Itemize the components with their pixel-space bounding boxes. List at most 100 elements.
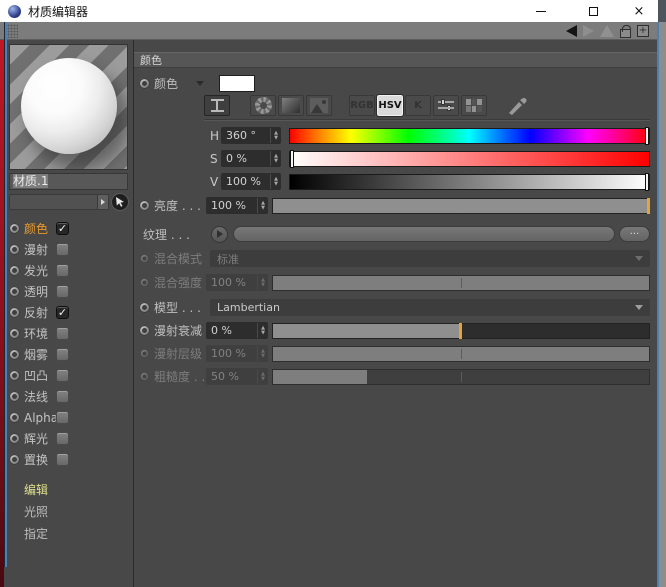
- diffuse-level-stepper: ▲ ▼: [257, 346, 268, 361]
- color-swatch[interactable]: [219, 74, 256, 92]
- brightness-label: 亮度 . . .: [154, 199, 201, 213]
- titlebar[interactable]: 材质编辑器 ×: [0, 0, 658, 22]
- triangle-icon[interactable]: [600, 25, 614, 37]
- channel-radio-button[interactable]: [9, 328, 20, 339]
- channel-label[interactable]: 法线: [24, 388, 48, 405]
- section-label[interactable]: 编辑: [24, 481, 48, 498]
- back-arrow-icon[interactable]: [566, 25, 577, 37]
- channel-radio-button[interactable]: [9, 265, 20, 276]
- brightness-value-field[interactable]: 100 % ▲ ▼: [206, 197, 268, 214]
- lock-icon[interactable]: [620, 25, 631, 38]
- channel-checkbox[interactable]: [56, 264, 69, 277]
- channel-label[interactable]: 透明: [24, 283, 48, 300]
- close-button[interactable]: ×: [624, 0, 654, 22]
- mixer-button[interactable]: [433, 94, 459, 116]
- channel-radio-button[interactable]: [9, 370, 20, 381]
- channel-label[interactable]: 凹凸: [24, 367, 48, 384]
- channel-radio-button[interactable]: [9, 244, 20, 255]
- channel-row: 发光: [7, 260, 133, 281]
- brightness-radio-button[interactable]: [139, 200, 150, 211]
- gradient-icon: [282, 97, 300, 113]
- channel-checkbox[interactable]: [56, 348, 69, 361]
- channel-radio-button[interactable]: [9, 286, 20, 297]
- swatches-icon: [466, 98, 482, 112]
- section-list: 编辑 光照 指定: [7, 478, 133, 544]
- channel-checkbox[interactable]: ✓: [56, 306, 69, 319]
- saturation-slider[interactable]: [289, 149, 650, 168]
- material-preview[interactable]: [9, 44, 128, 170]
- channel-checkbox[interactable]: [56, 453, 69, 466]
- preview-option-expand-icon[interactable]: [98, 193, 109, 210]
- hue-stepper[interactable]: ▲ ▼: [270, 128, 281, 143]
- brightness-slider[interactable]: [272, 197, 650, 214]
- material-name-input[interactable]: 材质.1: [9, 173, 128, 190]
- channel-label[interactable]: 环境: [24, 325, 48, 342]
- k-mode-button[interactable]: K: [405, 94, 431, 116]
- channel-checkbox[interactable]: ✓: [56, 222, 69, 235]
- channel-label[interactable]: 烟雾: [24, 346, 48, 363]
- channel-radio-button[interactable]: [9, 454, 20, 465]
- channel-radio-button[interactable]: [9, 433, 20, 444]
- channel-checkbox[interactable]: [56, 411, 69, 424]
- eyedropper-icon[interactable]: [505, 95, 529, 115]
- channel-row: 漫射: [7, 239, 133, 260]
- channel-radio-button[interactable]: [9, 307, 20, 318]
- channel-row: Alpha: [7, 407, 133, 428]
- model-dropdown[interactable]: Lambertian: [210, 299, 650, 316]
- texture-path-button[interactable]: [232, 226, 615, 242]
- channel-radio-button[interactable]: [9, 349, 20, 360]
- forward-arrow-icon[interactable]: [583, 25, 594, 37]
- channel-checkbox[interactable]: [56, 243, 69, 256]
- channel-label[interactable]: 置换: [24, 451, 48, 468]
- hue-value-field[interactable]: 360 ° ▲ ▼: [221, 127, 281, 144]
- channel-checkbox[interactable]: [56, 327, 69, 340]
- color-wheel-button[interactable]: [250, 94, 276, 116]
- hue-slider[interactable]: [289, 126, 650, 145]
- channel-label[interactable]: 发光: [24, 262, 48, 279]
- section-label[interactable]: 光照: [24, 503, 48, 520]
- channel-label[interactable]: 漫射: [24, 241, 48, 258]
- chevron-down-icon[interactable]: [196, 80, 205, 86]
- section-label[interactable]: 指定: [24, 525, 48, 542]
- image-button[interactable]: [306, 94, 332, 116]
- saturation-value-field[interactable]: 0 % ▲ ▼: [221, 150, 281, 167]
- compact-button[interactable]: [204, 94, 230, 116]
- rgb-mode-button[interactable]: RGB: [349, 94, 375, 116]
- channel-label[interactable]: Alpha: [24, 411, 58, 425]
- channel-label[interactable]: 辉光: [24, 430, 48, 447]
- channel-radio-button[interactable]: [9, 391, 20, 402]
- value-stepper[interactable]: ▲ ▼: [270, 174, 281, 189]
- model-radio-button[interactable]: [139, 302, 150, 313]
- preview-option-bar[interactable]: [9, 193, 98, 210]
- saturation-label: S: [210, 151, 218, 166]
- pick-button[interactable]: [111, 192, 129, 211]
- channel-checkbox[interactable]: [56, 369, 69, 382]
- saturation-stepper[interactable]: ▲ ▼: [270, 151, 281, 166]
- channel-radio-button[interactable]: [9, 412, 20, 423]
- mix-mode-dropdown[interactable]: 标准: [210, 250, 650, 267]
- diffuse-falloff-value-field[interactable]: 0 % ▲ ▼: [206, 322, 268, 339]
- diffuse-falloff-radio-button[interactable]: [139, 325, 150, 336]
- channel-checkbox[interactable]: [56, 432, 69, 445]
- hsv-mode-button[interactable]: HSV: [376, 93, 404, 117]
- diffuse-falloff-stepper[interactable]: ▲ ▼: [257, 323, 268, 338]
- channel-row: 透明: [7, 281, 133, 302]
- channel-label[interactable]: 颜色: [24, 220, 48, 237]
- value-value-field[interactable]: 100 % ▲ ▼: [221, 173, 281, 190]
- minimize-button[interactable]: [526, 0, 556, 22]
- channel-row: 凹凸: [7, 365, 133, 386]
- diffuse-falloff-slider[interactable]: [272, 322, 650, 339]
- maximize-button[interactable]: [578, 0, 608, 22]
- spectrum-button[interactable]: [278, 94, 304, 116]
- channel-label[interactable]: 反射: [24, 304, 48, 321]
- channel-checkbox[interactable]: [56, 390, 69, 403]
- channel-radio-button[interactable]: [9, 223, 20, 234]
- channel-checkbox[interactable]: [56, 285, 69, 298]
- value-slider[interactable]: [289, 172, 650, 191]
- swatches-button[interactable]: [461, 94, 487, 116]
- texture-expand-button[interactable]: [210, 225, 228, 243]
- brightness-stepper[interactable]: ▲ ▼: [257, 198, 268, 213]
- add-icon[interactable]: +: [637, 25, 649, 37]
- color-radio-button[interactable]: [139, 77, 150, 89]
- texture-browse-button[interactable]: ...: [619, 226, 650, 242]
